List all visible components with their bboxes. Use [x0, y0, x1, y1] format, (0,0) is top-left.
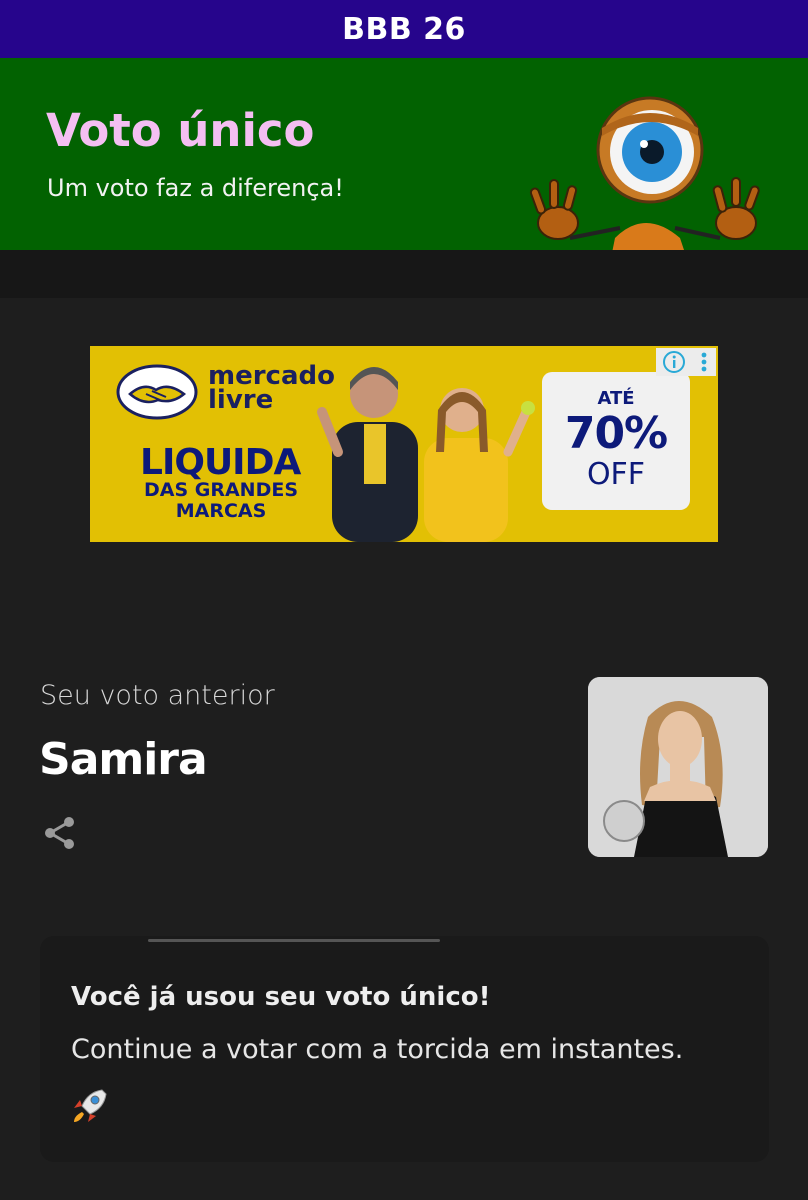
ad-people-image — [317, 367, 535, 542]
notice-card: Você já usou seu voto único! Continue a … — [40, 936, 769, 1162]
ad-offer-value: 70% — [564, 408, 668, 459]
share-icon[interactable] — [42, 815, 78, 851]
previous-vote-name: Samira — [39, 734, 208, 785]
big-brother-eye-mascot-icon — [529, 96, 760, 250]
ad-headline: LIQUIDA — [140, 442, 301, 483]
advertisement-banner[interactable]: mercado livre LIQUIDA DAS GRANDES MARCAS… — [90, 346, 718, 542]
page-subtitle: Um voto faz a diferença! — [47, 174, 344, 202]
participant-avatar — [588, 677, 768, 857]
previous-vote-label: Seu voto anterior — [40, 680, 275, 711]
notice-title: Você já usou seu voto único! — [71, 982, 491, 1012]
drag-handle[interactable] — [148, 939, 440, 942]
info-icon[interactable] — [662, 350, 686, 374]
app-header: BBB 26 — [0, 0, 808, 58]
handshake-logo-icon — [116, 364, 198, 420]
participant-photo — [588, 677, 768, 857]
page-title: Voto único — [46, 104, 315, 157]
app-title: BBB 26 — [342, 11, 466, 47]
ad-subheadline: DAS GRANDES MARCAS — [143, 479, 299, 522]
ad-choices[interactable] — [656, 348, 716, 376]
divider-strip — [0, 250, 808, 298]
ad-offer-suffix: OFF — [586, 457, 646, 492]
rocket-icon — [74, 1089, 107, 1122]
hero-banner: Voto único Um voto faz a diferença! — [0, 58, 808, 250]
notice-body: Continue a votar com a torcida em instan… — [71, 1034, 684, 1065]
ad-offer-box: ATÉ 70% OFF — [542, 372, 690, 510]
more-vertical-icon[interactable] — [698, 350, 710, 374]
ad-offer-prefix: ATÉ — [597, 388, 635, 409]
